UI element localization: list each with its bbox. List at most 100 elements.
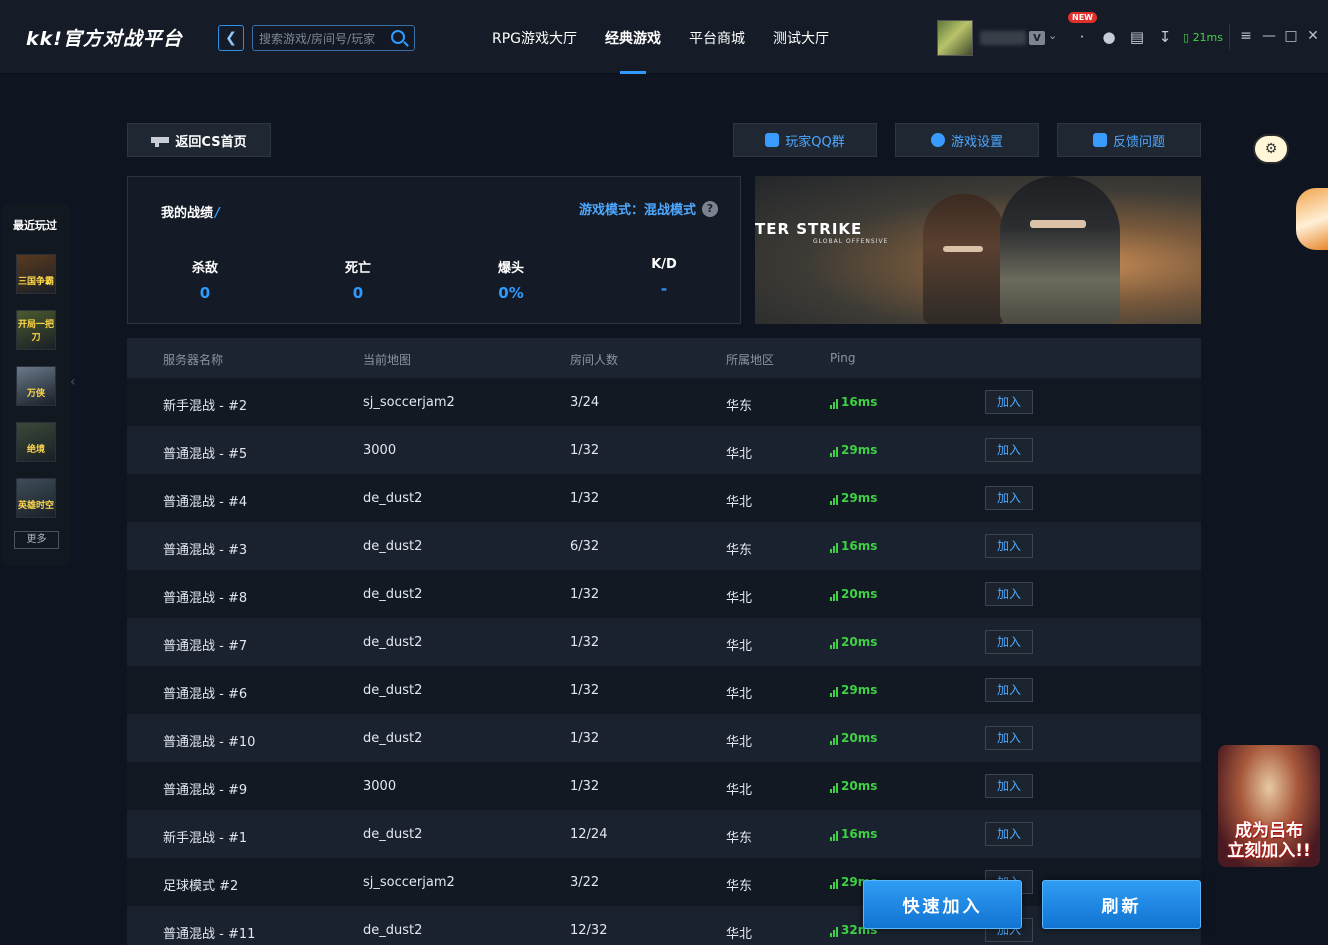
- refresh-button[interactable]: 刷新: [1042, 880, 1201, 929]
- cell-map: de_dust2: [363, 587, 423, 602]
- join-button[interactable]: 加入: [985, 774, 1033, 798]
- cell-map: sj_soccerjam2: [363, 395, 455, 410]
- signal-bars-icon: [830, 783, 838, 793]
- recent-game-1[interactable]: 开局一把刀: [16, 310, 56, 350]
- help-icon[interactable]: ?: [702, 200, 718, 217]
- cell-map: de_dust2: [363, 635, 423, 650]
- cell-ping: 29ms: [830, 683, 877, 697]
- search-icon[interactable]: [391, 30, 405, 44]
- table-row[interactable]: 普通混战 - #10 de_dust2 1/32 华北 20ms 加入: [127, 714, 1201, 762]
- game-settings-label: 游戏设置: [950, 134, 1003, 150]
- pet-mascot-icon[interactable]: [1296, 188, 1328, 250]
- table-row[interactable]: 普通混战 - #5 3000 1/32 华北 29ms 加入: [127, 426, 1201, 474]
- join-button[interactable]: 加入: [985, 438, 1033, 462]
- chevron-left-icon: ❮: [225, 30, 237, 46]
- quick-join-button[interactable]: 快速加入: [863, 880, 1022, 929]
- stat-item: K/D -: [624, 257, 704, 298]
- cell-map: de_dust2: [363, 683, 423, 698]
- minimize-icon[interactable]: —: [1261, 28, 1277, 44]
- table-row[interactable]: 足球模式 #2sj_soccerjam23/22华东29ms加入: [127, 858, 1201, 906]
- lvbu-promo-ad[interactable]: 成为吕布 立刻加入!!: [1218, 745, 1320, 867]
- menu-icon[interactable]: ≡: [1238, 28, 1254, 44]
- feedback-button[interactable]: 反馈问题: [1057, 123, 1201, 157]
- recent-game-3[interactable]: 绝境: [16, 422, 56, 462]
- join-button[interactable]: 加入: [985, 582, 1033, 606]
- cell-region: 华东: [726, 879, 753, 894]
- ping-value: 29ms: [841, 683, 878, 697]
- recent-game-0[interactable]: 三国争霸: [16, 254, 56, 294]
- signal-bars-icon: [830, 447, 838, 457]
- search-input[interactable]: [259, 30, 384, 48]
- recent-games-sidebar: 最近玩过 更多 三国争霸 开局一把刀 万侠 绝境 英雄时空: [3, 204, 69, 566]
- column-header[interactable]: 所属地区: [726, 351, 774, 368]
- nav-tab-1[interactable]: 经典游戏: [591, 0, 675, 74]
- user-icon[interactable]: ●: [1100, 28, 1118, 46]
- stat-item: 杀敌 0: [165, 257, 245, 302]
- cell-map: de_dust2: [363, 827, 423, 842]
- join-button[interactable]: 加入: [985, 390, 1033, 414]
- signal-bars-icon: [830, 399, 838, 409]
- ping-indicator: ▯ 21ms: [1183, 31, 1223, 44]
- close-icon[interactable]: ✕: [1305, 28, 1321, 44]
- stat-label: 杀敌: [191, 261, 218, 276]
- cell-players: 1/32: [570, 635, 600, 650]
- table-row[interactable]: 普通混战 - #6 de_dust2 1/32 华北 29ms 加入: [127, 666, 1201, 714]
- stats-title: 我的战绩: [161, 202, 220, 221]
- table-row[interactable]: 新手混战 - #2 sj_soccerjam2 3/24 华东 16ms 加入: [127, 378, 1201, 426]
- join-button[interactable]: 加入: [985, 486, 1033, 510]
- column-header[interactable]: 房间人数: [570, 351, 618, 368]
- nav-tab-0[interactable]: RPG游戏大厅: [478, 0, 591, 74]
- maximize-icon[interactable]: □: [1283, 28, 1299, 44]
- notification-dot-icon[interactable]: ·: [1073, 28, 1091, 46]
- column-header[interactable]: 当前地图: [363, 351, 411, 368]
- avatar[interactable]: [937, 20, 973, 56]
- recent-game-label: 三国争霸: [17, 277, 54, 287]
- signal-bars-icon: [830, 639, 838, 649]
- cell-region: 华北: [726, 735, 753, 750]
- chevron-down-icon[interactable]: ⌄: [1048, 29, 1057, 42]
- cell-players: 1/32: [570, 779, 600, 794]
- table-row[interactable]: 普通混战 - #8 de_dust2 1/32 华北 20ms 加入: [127, 570, 1201, 618]
- table-row[interactable]: 普通混战 - #9 3000 1/32 华北 20ms 加入: [127, 762, 1201, 810]
- recent-game-4[interactable]: 英雄时空: [16, 478, 56, 518]
- nav-tab-2[interactable]: 平台商城: [675, 0, 759, 74]
- nav-tab-3[interactable]: 测试大厅: [759, 0, 843, 74]
- cell-ping: 16ms: [830, 827, 877, 841]
- cs-go-banner[interactable]: TER STRIKE GLOBAL OFFENSIVE: [755, 176, 1201, 324]
- message-icon[interactable]: ▤: [1128, 28, 1146, 46]
- app-logo[interactable]: kk!官方对战平台: [26, 24, 183, 51]
- join-button[interactable]: 加入: [985, 534, 1033, 558]
- table-row[interactable]: 普通混战 - #4 de_dust2 1/32 华北 29ms 加入: [127, 474, 1201, 522]
- username-blurred[interactable]: [980, 31, 1026, 45]
- banner-subtitle: GLOBAL OFFENSIVE: [813, 238, 889, 245]
- table-row[interactable]: 新手混战 - #1 de_dust2 12/24 华东 16ms 加入: [127, 810, 1201, 858]
- join-button[interactable]: 加入: [985, 678, 1033, 702]
- back-button[interactable]: ❮: [218, 25, 244, 51]
- column-header[interactable]: 服务器名称: [163, 351, 223, 368]
- download-icon[interactable]: ↧: [1156, 28, 1174, 46]
- signal-bars-icon: [830, 591, 838, 601]
- qq-group-button[interactable]: 玩家QQ群: [733, 123, 877, 157]
- divider: [1229, 24, 1230, 50]
- table-row[interactable]: 普通混战 - #3 de_dust2 6/32 华东 16ms 加入: [127, 522, 1201, 570]
- new-badge: NEW: [1068, 12, 1097, 23]
- ping-value: 29ms: [841, 443, 878, 457]
- cell-region: 华东: [726, 831, 753, 846]
- more-games-button[interactable]: 更多: [14, 531, 59, 549]
- join-button[interactable]: 加入: [985, 822, 1033, 846]
- back-to-cs-home-button[interactable]: 返回CS首页: [127, 123, 271, 157]
- cell-map: de_dust2: [363, 491, 423, 506]
- join-button[interactable]: 加入: [985, 630, 1033, 654]
- table-row[interactable]: 普通混战 - #7 de_dust2 1/32 华北 20ms 加入: [127, 618, 1201, 666]
- stat-label: 死亡: [344, 261, 371, 276]
- signal-bars-icon: [830, 735, 838, 745]
- chat-bubble-icon[interactable]: ⚙: [1253, 134, 1289, 164]
- game-settings-button[interactable]: 游戏设置: [895, 123, 1039, 157]
- join-button[interactable]: 加入: [985, 726, 1033, 750]
- cell-name: 普通混战 - #6: [163, 687, 248, 702]
- table-row[interactable]: 普通混战 - #11 de_dust2 12/32 华北 32ms 加入: [127, 906, 1201, 945]
- ping-value: 20ms: [841, 779, 878, 793]
- collapse-sidebar-icon[interactable]: ‹: [70, 374, 76, 390]
- recent-game-2[interactable]: 万侠: [16, 366, 56, 406]
- column-header[interactable]: Ping: [830, 351, 856, 365]
